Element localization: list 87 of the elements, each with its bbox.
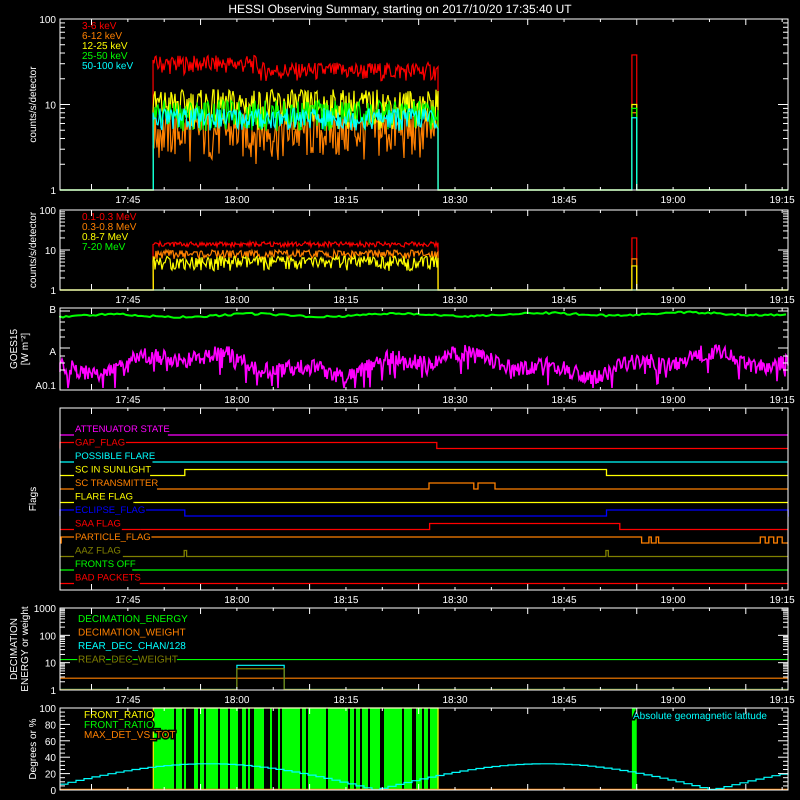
time-tick-label: 18:45 [552,695,577,706]
time-tick-label: 18:30 [442,695,468,706]
flag-label: PARTICLE_FLAG [75,532,151,543]
axis-title: counts/s/detector [28,212,39,288]
y-tick-label: 40 [44,753,56,764]
time-tick-label: 18:00 [224,395,250,406]
legend-label: REAR_DEC_CHAN/128 [78,641,186,652]
legend-label: 25-50 keV [82,51,128,62]
time-tick-label: 19:15 [770,295,795,306]
time-tick-label: 18:00 [224,695,250,706]
y-tick-label: 60 [44,736,56,748]
axis-title: GOES15 [9,328,20,370]
axis-title: counts/s/detector [28,66,39,143]
time-tick-label: 18:15 [333,195,358,206]
time-tick-label: 18:00 [224,595,250,606]
flag-label: BAD PACKETS [75,572,141,584]
y-tick-label: 80 [44,720,56,732]
time-tick-label: 18:45 [552,595,577,606]
time-tick-label: 18:30 [442,195,468,206]
legend-label: 7-20 MeV [82,242,126,253]
axis-title: ENERGY or weight [20,606,31,692]
time-tick-label: 18:45 [552,195,577,206]
y-tick-label: 100 [39,704,56,715]
time-tick-label: 18:15 [333,295,358,306]
time-tick-label: 17:45 [115,595,140,606]
flag-label: SAA FLAG [75,518,121,530]
legend-label: 6-12 keV [82,31,122,42]
time-tick-label: 19:15 [770,595,795,606]
y-tick-label: 0 [50,786,56,797]
time-tick-label: 19:15 [770,195,795,206]
time-tick-label: 19:00 [660,595,686,606]
y-tick-label: 100 [39,15,56,26]
flag-label: ECLIPSE_FLAG [75,505,146,516]
flag-label: FLARE FLAG [75,492,134,502]
flag-label: ATTENUATOR STATE [75,424,170,435]
time-tick-label: 18:30 [442,395,468,406]
y-tick-label: 100 [39,631,56,642]
y-tick-label: 1 [50,286,56,297]
plot-title: HESSI Observing Summary, starting on 2017/10/20 17:35:40 UT [228,2,572,16]
time-tick-label: 18:00 [224,195,250,206]
legend-label: 0.1-0.3 MeV [82,212,136,223]
time-tick-label: 19:00 [660,695,686,706]
time-tick-label: 19:00 [660,195,686,206]
time-tick-label: 19:00 [660,295,686,306]
y-tick-label: A [49,347,56,358]
time-tick-label: 19:00 [660,395,686,406]
flag-label: SC TRANSMITTER [75,478,158,489]
y-tick-label: 10 [44,100,56,112]
time-tick-label: 18:00 [224,295,250,306]
y-tick-label: 1 [50,186,56,197]
y-tick-label: B [49,305,56,316]
legend-label: 12-25 keV [82,41,128,52]
time-tick-label: 17:45 [115,195,140,206]
axis-title: [W m⁻²] [20,332,31,366]
time-tick-label: 18:45 [552,295,577,306]
time-tick-label: 17:45 [115,295,140,306]
legend-label: 0.3-0.8 MeV [82,222,136,233]
time-tick-label: 18:30 [442,595,468,606]
time-tick-label: 18:30 [442,295,468,306]
axis-title: Degrees or % [28,718,39,780]
time-tick-label: 19:15 [770,395,795,406]
legend-label: DECIMATION_ENERGY [78,614,188,625]
time-tick-label: 18:45 [552,395,577,406]
flag-label: FRONTS OFF [75,559,136,570]
time-tick-label: 19:15 [770,695,795,706]
y-tick-label: 100 [39,206,56,217]
time-tick-label: 18:15 [333,395,358,406]
flag-label: GAP_FLAG [75,438,126,448]
flag-label: POSSIBLE FLARE [75,451,156,462]
legend-label: 50-100 keV [82,61,134,72]
y-tick-label: 10 [44,658,56,670]
y-tick-label: 1000 [34,604,56,615]
axis-title: DECIMATION [9,618,20,680]
flag-label: AAZ FLAG [75,546,121,556]
y-tick-label: 20 [44,770,56,781]
legend-label: 3-6 keV [82,21,116,32]
y-tick-label: 1 [50,686,56,697]
axis-title: Flags [28,486,39,512]
flag-label: SC IN SUNLIGHT [75,464,152,476]
time-tick-label: 18:15 [333,695,358,706]
y-tick-label: A0.1 [35,381,56,392]
time-tick-label: 17:45 [115,395,140,406]
time-tick-label: 18:15 [333,595,358,606]
legend-label: DECIMATION_WEIGHT [78,628,186,638]
time-tick-label: 17:45 [115,695,140,706]
y-tick-label: 10 [44,246,56,257]
legend-label: 0.8-7 MeV [82,232,128,243]
